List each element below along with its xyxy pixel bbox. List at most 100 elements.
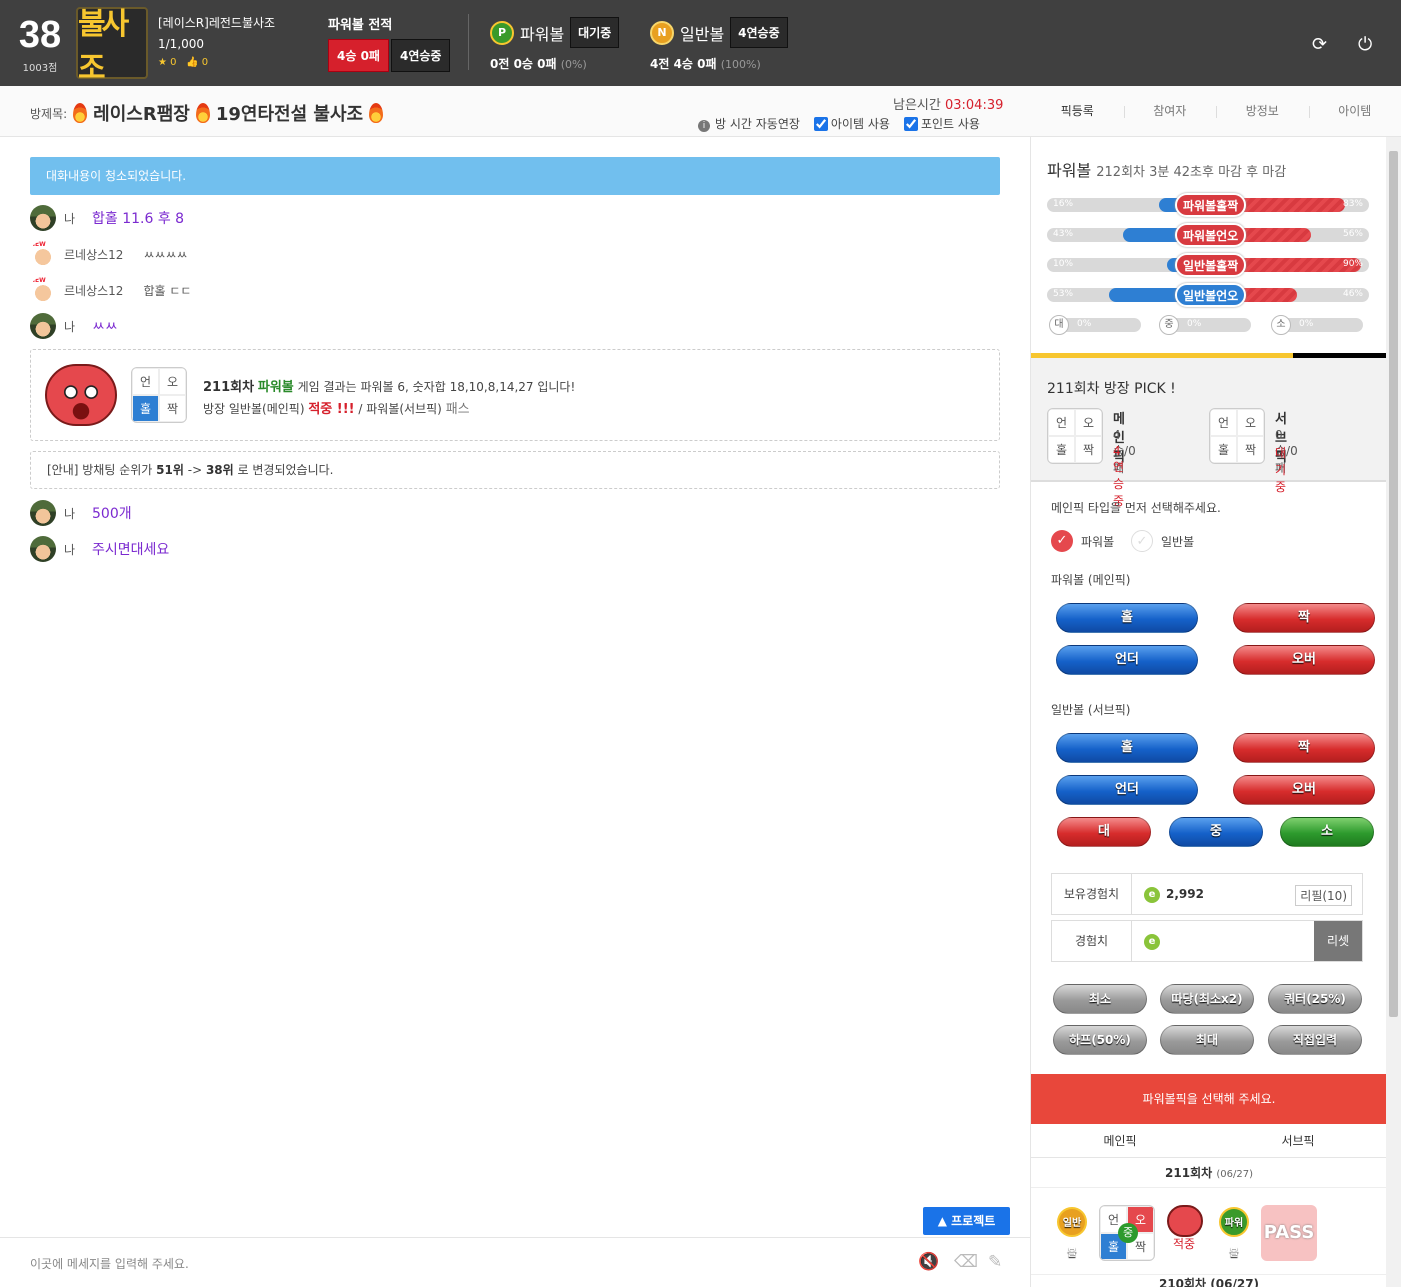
- amount-min-button[interactable]: 최소: [1053, 984, 1147, 1014]
- powerball-record: 파워볼 전적 4승 0패 4연승중: [328, 14, 451, 72]
- avatar[interactable]: [30, 277, 56, 303]
- result-grid: 언오 홀짝: [131, 367, 187, 423]
- exp-balance: 보유경험치 e 2,992 리필(10): [1051, 873, 1363, 915]
- owner-pick: 211회차 방장 PICK ! 언오홀짝 메인픽 4승/0패 4연승중 언오홀짝…: [1031, 358, 1386, 508]
- check-icon: ✓: [1131, 530, 1153, 552]
- result-line-1: 211회차 파워볼 게임 결과는 파워볼 6, 숫자합 18,10,8,14,2…: [203, 380, 576, 395]
- nb-odd-button[interactable]: 홀: [1056, 733, 1198, 763]
- chat-input[interactable]: 이곳에 메세지를 입력해 주세요. 🔇 ⌫ ✎: [0, 1237, 1030, 1287]
- avatar[interactable]: [30, 241, 56, 267]
- pb-even-button[interactable]: 짝: [1233, 603, 1375, 633]
- mid-badge: 중: [1118, 1223, 1138, 1243]
- tab-sub-pick[interactable]: 서브픽: [1209, 1124, 1386, 1157]
- result-line-2: 방장 일반볼(메인픽) 적중 !!! / 파워볼(서브픽) 패스: [203, 402, 470, 417]
- nb-over-button[interactable]: 오버: [1233, 775, 1375, 805]
- nb-heading: 일반볼 (서브픽): [1051, 703, 1131, 717]
- powerball-summary: 0전 0승 0패 (0%): [490, 57, 587, 71]
- pb-under-button[interactable]: 언더: [1056, 645, 1198, 675]
- rank-notice: [안내] 방채팅 순위가 51위 -> 38위 로 변경되었습니다.: [30, 451, 1000, 489]
- chat-message: 나 ㅆㅆ: [30, 313, 118, 339]
- big-button[interactable]: 대: [1057, 817, 1151, 847]
- history-round: 211회차 (06/27): [1031, 1158, 1386, 1188]
- fire-icon: [369, 103, 384, 123]
- refresh-icon[interactable]: ⟳: [1312, 34, 1327, 55]
- nb-under-button[interactable]: 언더: [1056, 775, 1198, 805]
- magic-wand-icon[interactable]: ✎: [988, 1252, 1002, 1272]
- small-button[interactable]: 소: [1280, 817, 1374, 847]
- chat-notice: 대화내용이 청소되었습니다.: [30, 157, 1000, 195]
- history-normal: 일반볼: [1057, 1207, 1087, 1259]
- project-button[interactable]: ▲ 프로젝트: [923, 1207, 1010, 1235]
- n-ball-icon: N: [650, 20, 674, 45]
- fire-icon: [195, 103, 210, 123]
- record-badge: 4승 0패: [328, 39, 389, 72]
- hit-label: 적중: [1173, 1237, 1196, 1251]
- pb-over-button[interactable]: 오버: [1233, 645, 1375, 675]
- avatar[interactable]: [30, 205, 56, 231]
- history-power: 파워볼: [1219, 1207, 1249, 1259]
- nb-even-button[interactable]: 짝: [1233, 733, 1375, 763]
- avatar[interactable]: [30, 500, 56, 526]
- pb-odd-button[interactable]: 홀: [1056, 603, 1198, 633]
- streak-badge: 4연승중: [390, 39, 451, 72]
- powerball-status: P 파워볼 대기중: [490, 17, 620, 48]
- radio-normalball[interactable]: ✓ 일반볼: [1131, 530, 1194, 552]
- next-round-info: 파워볼 212회차 3분 42초후 마감 후 마감: [1047, 161, 1287, 180]
- tab-items[interactable]: 아이템: [1308, 86, 1401, 137]
- exp-icon: e: [1144, 934, 1160, 950]
- select-prompt: 메인픽 타입을 먼저 선택해주세요.: [1051, 501, 1221, 515]
- radio-powerball[interactable]: ✓ 파워볼: [1051, 530, 1114, 552]
- result-card: 언오 홀짝 211회차 파워볼 게임 결과는 파워볼 6, 숫자합 18,10,…: [30, 349, 1000, 441]
- chat-message: 르네상스12ㅆㅆㅆㅆ: [30, 241, 188, 267]
- tab-room-info[interactable]: 방정보: [1216, 86, 1309, 137]
- amount-half-button[interactable]: 하프(50%): [1053, 1025, 1147, 1055]
- mute-icon[interactable]: 🔇: [918, 1252, 939, 1272]
- room-options: i방 시간 자동연장 아이템 사용 포인트 사용: [698, 115, 980, 132]
- ratio-bar: 16% 83% 파워볼홀짝: [1047, 193, 1369, 217]
- scrollbar[interactable]: [1386, 137, 1401, 1287]
- reset-button[interactable]: 리셋: [1314, 921, 1362, 961]
- size-small-ratio: 소 0%: [1271, 315, 1363, 335]
- pick-history-tabs: 메인픽 서브픽: [1031, 1124, 1386, 1158]
- pick-panel: 파워볼 212회차 3분 42초후 마감 후 마감 16% 83% 파워볼홀짝 43…: [1030, 137, 1386, 1287]
- chat-message: 나 500개: [30, 500, 132, 526]
- pass-badge: PASS: [1261, 1205, 1317, 1261]
- info-icon: i: [698, 120, 710, 132]
- room-title: 방제목: 레이스R팸장 19연타전설 불사조: [30, 100, 384, 126]
- amount-max-button[interactable]: 최대: [1160, 1025, 1254, 1055]
- tab-main-pick[interactable]: 메인픽: [1031, 1124, 1209, 1157]
- mid-button[interactable]: 중: [1169, 817, 1263, 847]
- pb-heading: 파워볼 (메인픽): [1051, 573, 1131, 587]
- avatar[interactable]: [30, 536, 56, 562]
- devil-mascot-icon: [45, 364, 117, 426]
- eraser-icon[interactable]: ⌫: [954, 1252, 978, 1272]
- user-logo[interactable]: 불사조: [76, 7, 148, 85]
- tab-pick[interactable]: 픽등록: [1031, 86, 1124, 137]
- avatar[interactable]: [30, 313, 56, 339]
- submit-warning[interactable]: 파워볼픽을 선택해 주세요.: [1031, 1074, 1386, 1124]
- amount-double-button[interactable]: 따당(최소x2): [1160, 984, 1254, 1014]
- check-icon: ✓: [1051, 530, 1073, 552]
- chat-message: 나 주시면대세요: [30, 536, 169, 562]
- size-big-ratio: 대 0%: [1049, 315, 1141, 335]
- user-level: 38 1003점: [18, 14, 62, 74]
- ratio-bar: 10% 90% 일반볼홀짝: [1047, 253, 1369, 277]
- normalball-summary: 4전 4승 0패 (100%): [650, 57, 761, 71]
- normalball-coin-icon: 일반볼: [1057, 1207, 1087, 1259]
- power-icon[interactable]: ⏻: [1358, 34, 1372, 55]
- powerball-coin-icon: 파워볼: [1219, 1207, 1249, 1259]
- size-mid-ratio: 중 0%: [1159, 315, 1251, 335]
- use-points-checkbox[interactable]: 포인트 사용: [903, 115, 980, 132]
- amount-quarter-button[interactable]: 쿼터(25%): [1268, 984, 1362, 1014]
- amount-direct-button[interactable]: 직접입력: [1268, 1025, 1362, 1055]
- refill-button[interactable]: 리필(10): [1295, 885, 1352, 906]
- remaining-time: 남은시간 03:04:39: [893, 98, 1004, 113]
- top-bar: 38 1003점 불사조 [레이스R]레전드불사조 1/1,000 ★ 0 👍 0…: [0, 0, 1401, 86]
- use-items-checkbox[interactable]: 아이템 사용: [813, 115, 890, 132]
- auto-extend[interactable]: i방 시간 자동연장: [698, 115, 800, 132]
- tab-participants[interactable]: 참여자: [1123, 86, 1217, 137]
- user-points: 1/1,000: [158, 37, 205, 51]
- devil-mascot-icon: [1167, 1205, 1203, 1237]
- chat-message: 나 합홀 11.6 후 8: [30, 205, 184, 231]
- exp-icon: e: [1144, 887, 1160, 903]
